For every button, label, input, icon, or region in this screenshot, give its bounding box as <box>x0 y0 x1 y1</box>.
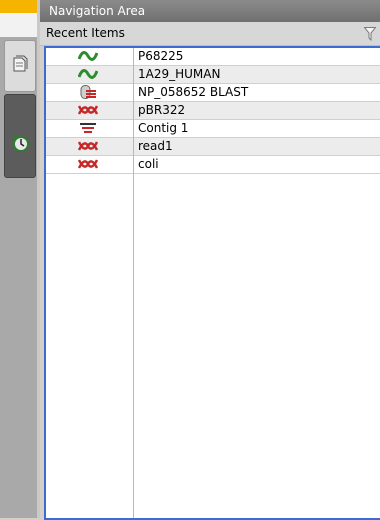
item-name: read1 <box>138 139 173 153</box>
list-item[interactable]: 1A29_HUMAN <box>46 66 380 84</box>
panel-title-bar: Navigation Area <box>40 0 380 22</box>
list-item[interactable]: NP_058652 BLAST <box>46 84 380 102</box>
list-item[interactable]: read1 <box>46 138 380 156</box>
item-icon-cell <box>46 66 134 83</box>
list-item[interactable]: Contig 1 <box>46 120 380 138</box>
item-name: NP_058652 BLAST <box>138 85 249 99</box>
recent-items-list-panel: P68225 1A29_HUMAN NP_058652 BLAST pBR322… <box>44 46 380 520</box>
item-name: coli <box>138 157 159 171</box>
list-item[interactable]: pBR322 <box>46 102 380 120</box>
item-name: P68225 <box>138 49 184 63</box>
panel-title: Navigation Area <box>49 4 146 18</box>
history-icon <box>11 134 30 156</box>
dock-corner-accent <box>0 0 37 13</box>
protein-sequence-icon <box>78 69 98 79</box>
recent-items-header[interactable]: Recent Items <box>40 22 380 46</box>
nucleotide-sequence-icon <box>78 141 98 151</box>
side-tab-history[interactable] <box>4 94 36 178</box>
nucleotide-sequence-icon <box>78 159 98 169</box>
item-name: pBR322 <box>138 103 186 117</box>
contig-icon <box>80 123 96 133</box>
recent-items-list: P68225 1A29_HUMAN NP_058652 BLAST pBR322… <box>46 48 380 174</box>
open-document-icon <box>12 55 28 76</box>
item-icon-cell <box>46 120 134 137</box>
item-name: 1A29_HUMAN <box>138 67 221 81</box>
dock-corner <box>0 0 37 37</box>
item-icon-cell <box>46 156 134 173</box>
protein-sequence-icon <box>78 51 98 61</box>
nucleotide-sequence-icon <box>78 105 98 115</box>
item-icon-cell <box>46 102 134 119</box>
list-item[interactable]: P68225 <box>46 48 380 66</box>
item-icon-cell <box>46 138 134 155</box>
recent-items-label: Recent Items <box>46 26 125 40</box>
item-name: Contig 1 <box>138 121 189 135</box>
item-icon-cell <box>46 48 134 65</box>
side-tab-documents[interactable] <box>4 40 36 92</box>
item-icon-cell <box>46 84 134 101</box>
blast-database-icon <box>80 85 96 99</box>
dock-separator <box>37 0 40 518</box>
list-item[interactable]: coli <box>46 156 380 174</box>
